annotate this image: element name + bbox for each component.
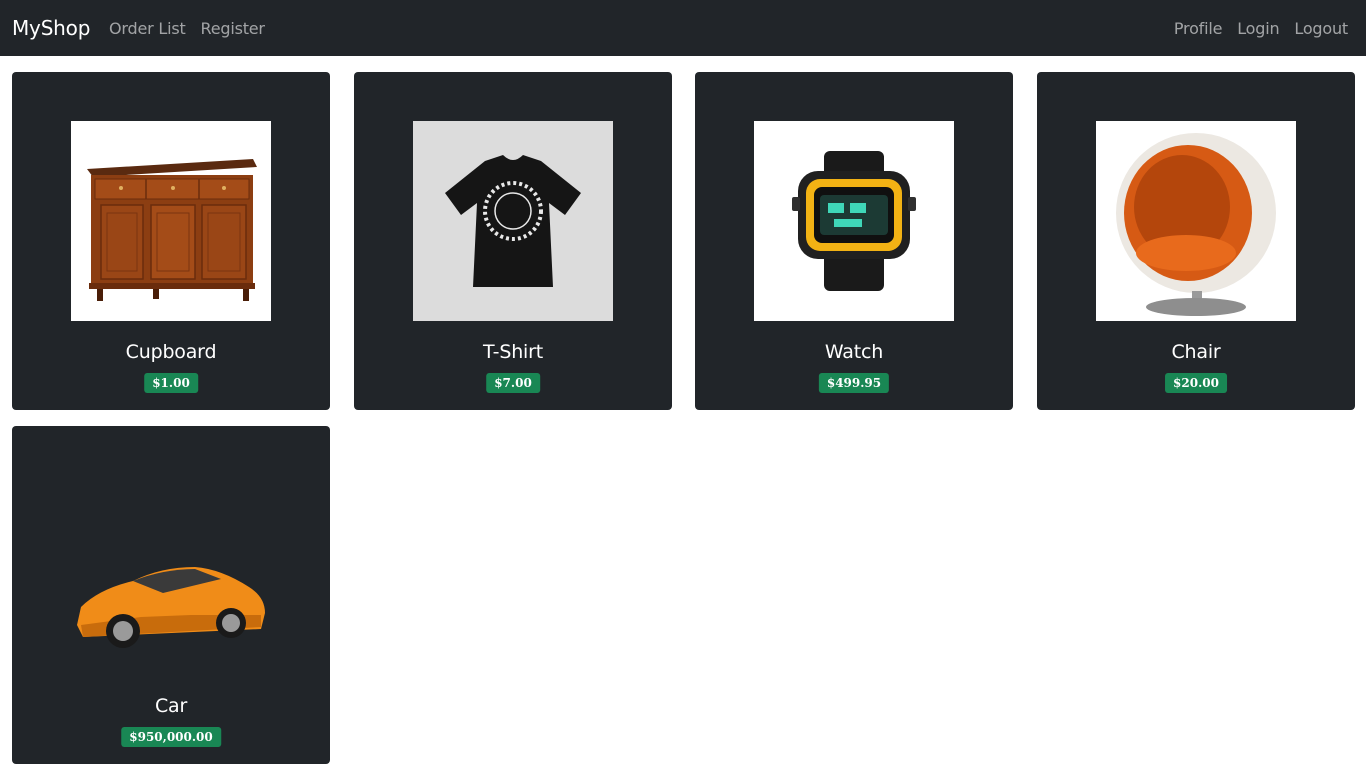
price-badge: $7.00 <box>486 373 540 393</box>
nav-link-profile[interactable]: Profile <box>1174 18 1223 40</box>
product-title[interactable]: Chair <box>1037 340 1355 364</box>
car-image[interactable] <box>71 475 271 675</box>
nav-link-login[interactable]: Login <box>1237 18 1279 40</box>
price-badge: $499.95 <box>818 373 890 393</box>
product-title[interactable]: Watch <box>695 340 1013 364</box>
nav-left: Order List Register <box>109 18 265 40</box>
price-badge: $1.00 <box>144 373 198 393</box>
tshirt-image[interactable] <box>413 121 613 321</box>
product-card[interactable]: Cupboard $1.00 <box>12 72 330 410</box>
price-badge: $20.00 <box>1165 373 1227 393</box>
watch-image[interactable] <box>754 121 954 321</box>
product-card[interactable]: Watch $499.95 <box>695 72 1013 410</box>
product-card[interactable]: T-Shirt $7.00 <box>354 72 672 410</box>
nav-right: Profile Login Logout <box>1174 18 1348 40</box>
brand-link[interactable]: MyShop <box>12 14 90 42</box>
navbar: MyShop Order List Register Profile Login… <box>0 0 1366 56</box>
product-title[interactable]: Cupboard <box>12 340 330 364</box>
product-card[interactable]: Chair $20.00 <box>1037 72 1355 410</box>
nav-link-order-list[interactable]: Order List <box>109 18 186 40</box>
nav-link-logout[interactable]: Logout <box>1294 18 1348 40</box>
nav-link-register[interactable]: Register <box>201 18 265 40</box>
price-badge: $950,000.00 <box>121 727 221 747</box>
cupboard-image[interactable] <box>71 121 271 321</box>
product-title[interactable]: Car <box>12 694 330 718</box>
product-card[interactable]: Car $950,000.00 <box>12 426 330 764</box>
product-title[interactable]: T-Shirt <box>354 340 672 364</box>
chair-image[interactable] <box>1096 121 1296 321</box>
